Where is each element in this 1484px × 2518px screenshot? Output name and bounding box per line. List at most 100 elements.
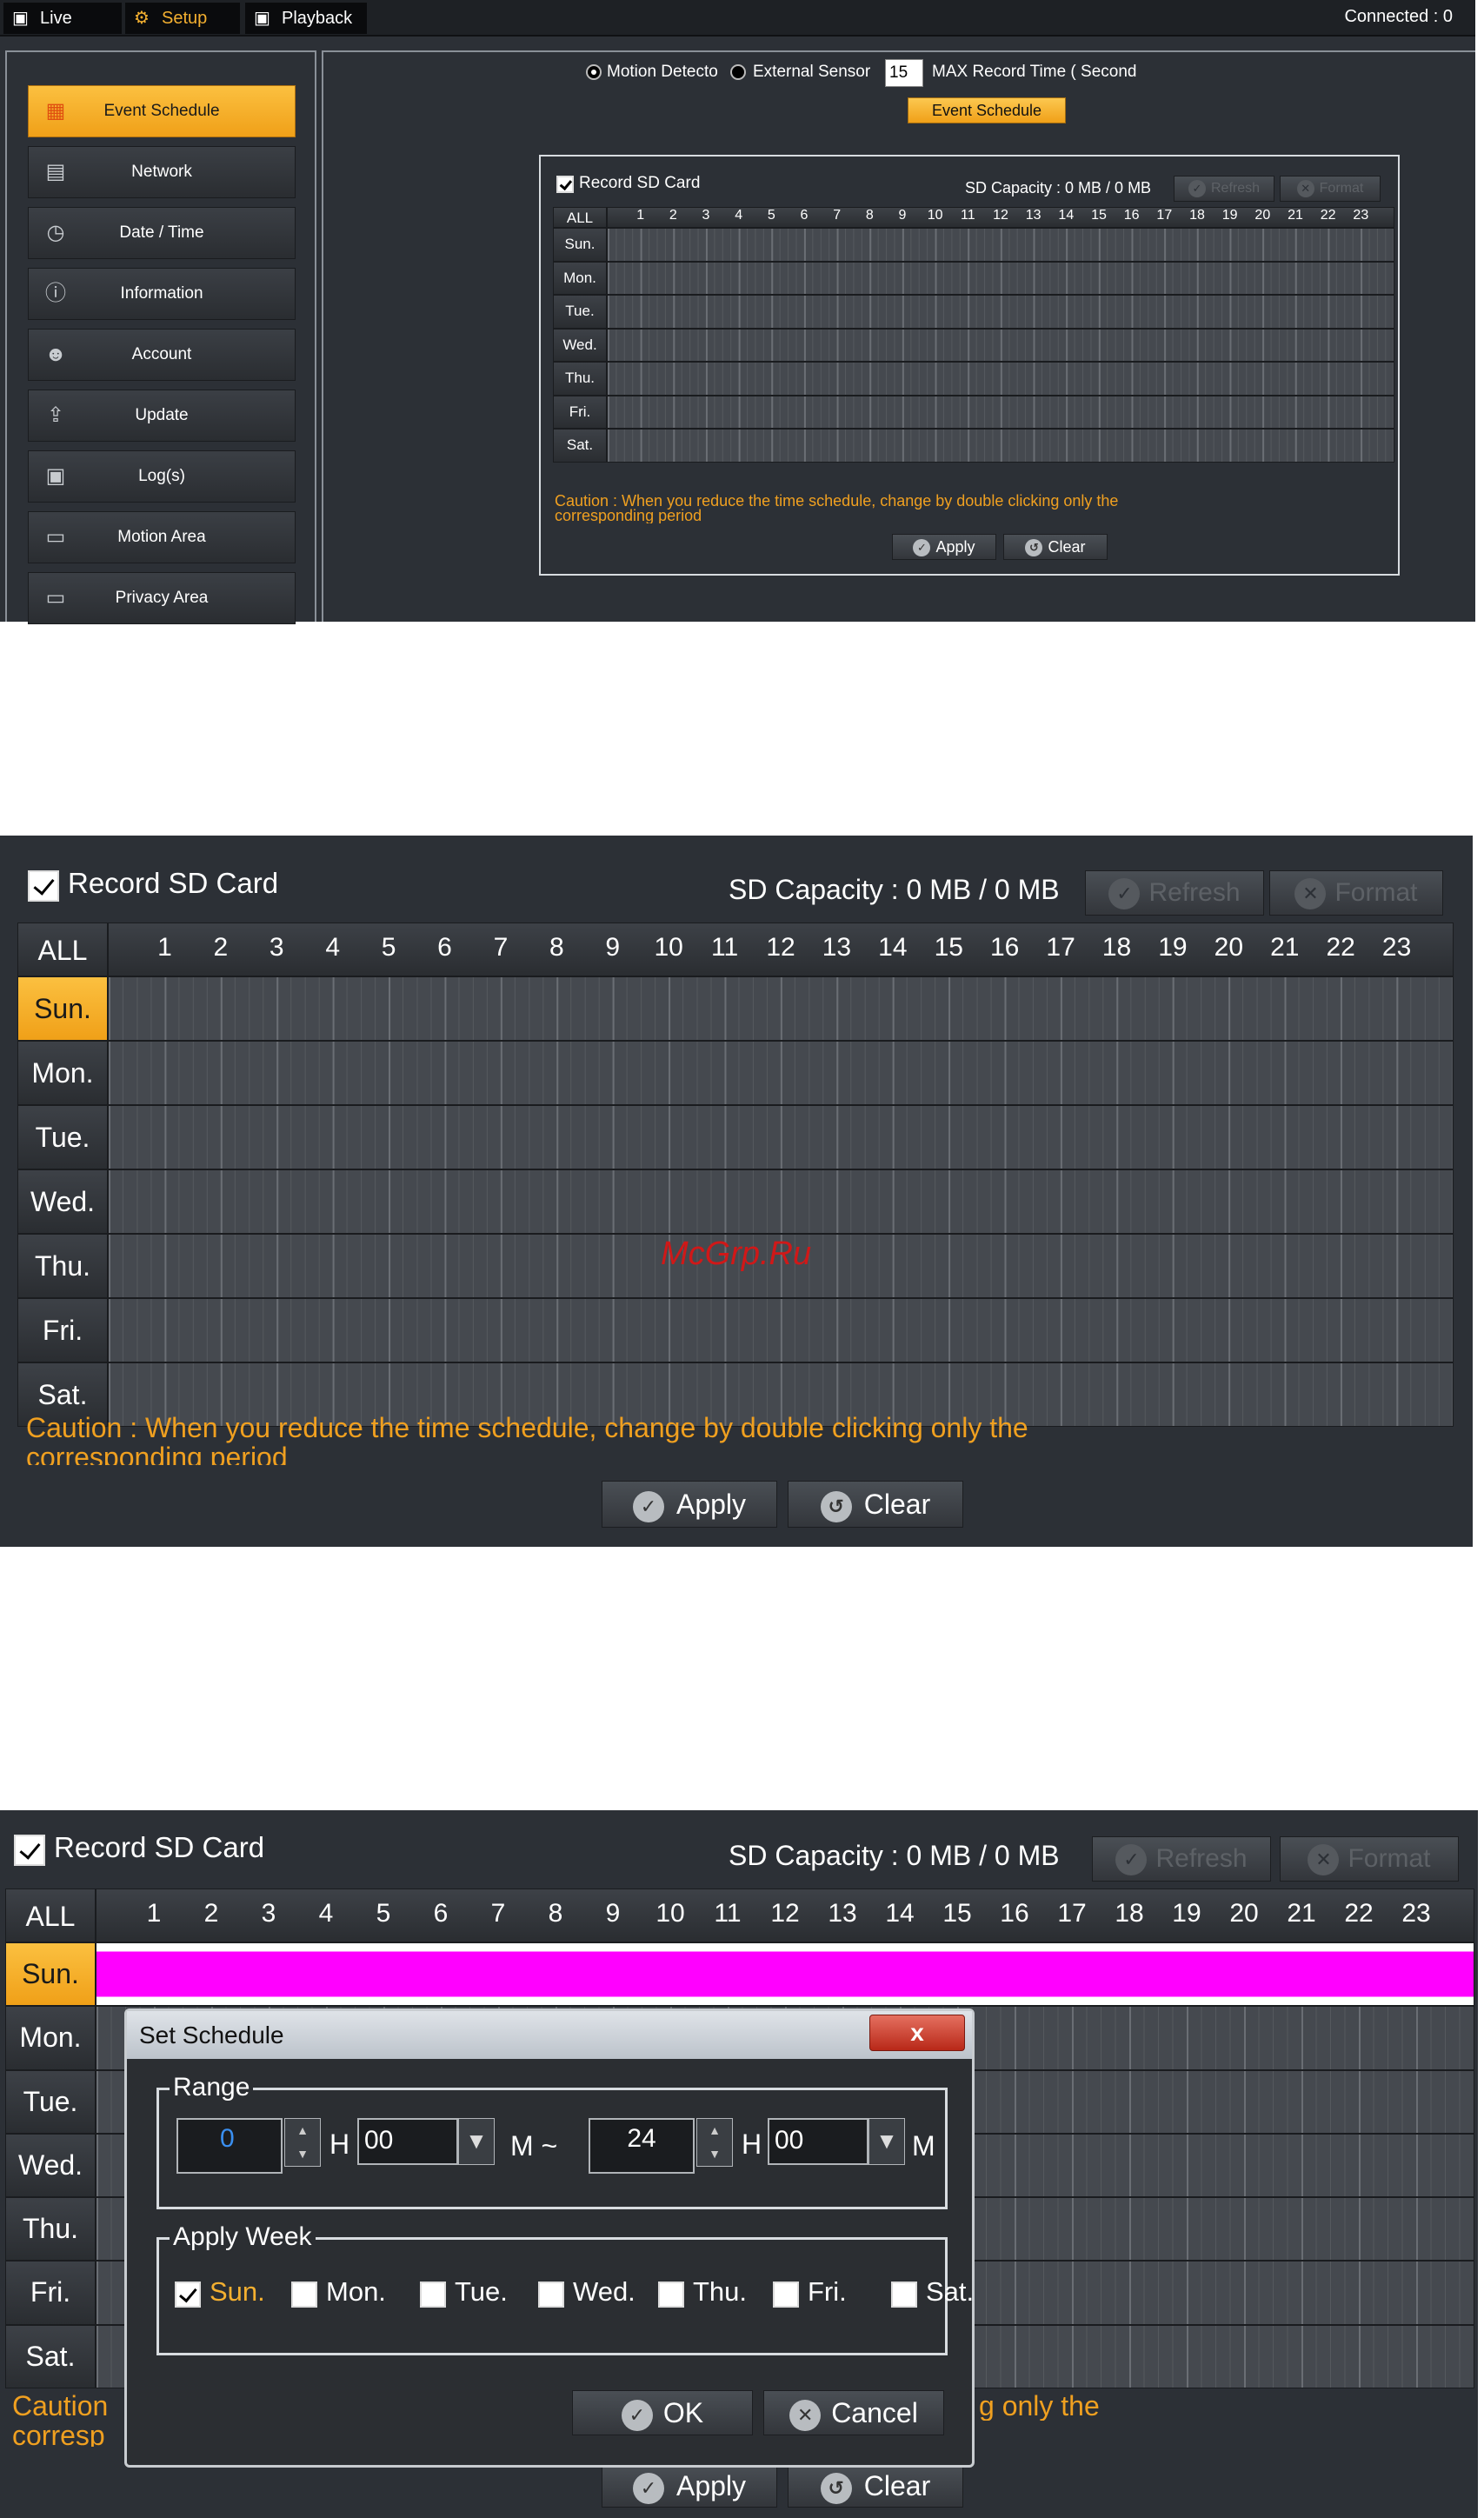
day-row: Tue. (17, 1105, 1454, 1169)
apply-button[interactable]: ✓ Apply (892, 534, 996, 560)
hour-cells[interactable] (607, 261, 1394, 296)
tab-playback[interactable]: ▣ Playback (245, 3, 367, 34)
day-label[interactable]: Fri. (17, 1298, 108, 1362)
sidebar-item-motion-area[interactable]: ▭ Motion Area (28, 511, 296, 563)
day-label[interactable]: Fri. (553, 395, 607, 430)
all-days-button[interactable]: ALL (17, 923, 108, 976)
motion-detect-radio[interactable] (586, 64, 602, 80)
day-label[interactable]: Sun. (5, 1942, 96, 2007)
weekday-checkbox[interactable] (291, 2282, 317, 2308)
weekday-checkbox[interactable] (891, 2282, 917, 2308)
external-sensor-radio[interactable] (730, 64, 746, 80)
schedule-grid[interactable]: ALL 1 2 3 4 5 6 7 8 9 10 11 12 13 14 15 16 17 18 19 20 21 22 23… (17, 923, 1454, 1427)
record-sd-checkbox[interactable] (556, 176, 574, 193)
close-icon[interactable]: x (869, 2015, 965, 2051)
day-label[interactable]: Sun. (553, 228, 607, 262)
day-label[interactable]: Thu. (553, 362, 607, 396)
hour-label: 18 (1189, 208, 1205, 223)
clear-button[interactable]: ↺ Clear (788, 1481, 963, 1528)
refresh-button[interactable]: ✓ Refresh (1085, 870, 1264, 916)
hour-label: 4 (318, 1899, 334, 1928)
day-label[interactable]: Tue. (17, 1105, 108, 1169)
record-sd-checkbox[interactable] (14, 1835, 45, 1866)
day-label[interactable]: Sun. (17, 976, 108, 1041)
tab-setup[interactable]: ⚙ Setup (125, 3, 240, 34)
day-label[interactable]: Sat. (553, 429, 607, 463)
hour-label: 4 (735, 208, 743, 223)
tab-live[interactable]: ▣ Live (3, 3, 122, 34)
arrow-up-icon[interactable]: ▲ (285, 2119, 320, 2142)
record-sd-checkbox[interactable] (28, 870, 59, 902)
sidebar-item-account[interactable]: ☻ Account (28, 329, 296, 381)
apply-week-legend: Apply Week (170, 2222, 316, 2252)
apply-button[interactable]: ✓ Apply (602, 2464, 777, 2508)
refresh-button[interactable]: ✓ Refresh (1174, 176, 1274, 202)
sidebar-item-logs[interactable]: ▣ Log(s) (28, 450, 296, 503)
max-record-time-input[interactable]: 15 (885, 59, 923, 87)
day-label[interactable]: Tue. (553, 295, 607, 329)
hour-cells[interactable] (108, 1105, 1454, 1169)
start-minute-select[interactable]: 00 (357, 2118, 458, 2165)
hour-cells[interactable] (607, 362, 1394, 396)
weekday-checkbox[interactable] (658, 2282, 684, 2308)
day-label[interactable]: Fri. (5, 2261, 96, 2325)
start-hour-input[interactable]: 0 (176, 2118, 283, 2174)
hour-cells[interactable] (96, 1942, 1474, 2007)
hour-label: 12 (766, 933, 795, 962)
ok-button[interactable]: ✓ OK (572, 2390, 753, 2435)
sidebar-item-network[interactable]: ▤ Network (28, 146, 296, 198)
hour-cells[interactable] (607, 295, 1394, 329)
day-label[interactable]: Sat. (5, 2324, 96, 2388)
day-label[interactable]: Mon. (553, 261, 607, 296)
hour-cells[interactable] (108, 1298, 1454, 1362)
clear-button[interactable]: ↺ Clear (1003, 534, 1108, 560)
weekday-checkbox[interactable] (175, 2282, 201, 2308)
hour-cells[interactable] (607, 395, 1394, 430)
sidebar-item-event-schedule[interactable]: ▦ Event Schedule (28, 85, 296, 137)
sidebar-item-privacy-area[interactable]: ▭ Privacy Area (28, 572, 296, 624)
chevron-down-icon[interactable]: ▼ (458, 2118, 495, 2165)
hour-label: 22 (1320, 208, 1336, 223)
clear-button[interactable]: ↺ Clear (788, 2464, 963, 2508)
day-label[interactable]: Thu. (17, 1234, 108, 1298)
refresh-button[interactable]: ✓ Refresh (1092, 1836, 1271, 1882)
format-button[interactable]: ✕ Format (1280, 176, 1381, 202)
check-icon: ✓ (913, 539, 931, 557)
start-hour-spinner[interactable]: ▲ ▼ (284, 2118, 321, 2167)
day-label[interactable]: Tue. (5, 2069, 96, 2134)
weekday-checkbox[interactable] (538, 2282, 564, 2308)
format-button[interactable]: ✕ Format (1269, 870, 1443, 916)
schedule-grid[interactable]: ALL 1 2 3 4 5 6 7 8 9 10 11 12 13 14 15 16 17 18 19 20 21 22 23… (553, 207, 1394, 463)
hour-cells[interactable] (108, 976, 1454, 1041)
all-days-button[interactable]: ALL (553, 207, 607, 228)
hour-cells[interactable] (607, 328, 1394, 363)
arrow-down-icon[interactable]: ▼ (285, 2142, 320, 2166)
end-minute-select[interactable]: 00 (768, 2118, 868, 2165)
end-hour-spinner[interactable]: ▲ ▼ (696, 2118, 733, 2167)
cancel-button[interactable]: ✕ Cancel (763, 2390, 944, 2435)
hour-cells[interactable] (607, 429, 1394, 463)
day-label[interactable]: Wed. (5, 2133, 96, 2198)
day-label[interactable]: Thu. (5, 2197, 96, 2262)
sidebar-item-date-time[interactable]: ◷ Date / Time (28, 207, 296, 259)
sidebar-item-update[interactable]: ⇪ Update (28, 390, 296, 442)
weekday-checkbox[interactable] (420, 2282, 446, 2308)
arrow-up-icon[interactable]: ▲ (697, 2119, 732, 2142)
day-label[interactable]: Wed. (553, 328, 607, 363)
all-days-button[interactable]: ALL (5, 1888, 96, 1942)
apply-button[interactable]: ✓ Apply (602, 1481, 777, 1528)
event-schedule-button[interactable]: Event Schedule (908, 97, 1066, 123)
weekday-checkbox[interactable] (773, 2282, 799, 2308)
day-label[interactable]: Mon. (5, 2006, 96, 2070)
day-label[interactable]: Wed. (17, 1169, 108, 1234)
hour-cells[interactable] (607, 228, 1394, 262)
hour-cells[interactable] (108, 1169, 1454, 1234)
sidebar-item-information[interactable]: ⓘ Information (28, 268, 296, 320)
arrow-down-icon[interactable]: ▼ (697, 2142, 732, 2166)
chevron-down-icon[interactable]: ▼ (868, 2118, 905, 2165)
hour-cells[interactable] (108, 1041, 1454, 1105)
format-button[interactable]: ✕ Format (1280, 1836, 1459, 1882)
setup-sidebar: ▦ Event Schedule ▤ Network ◷ Date / Time ⓘ I… (5, 50, 316, 624)
end-hour-input[interactable]: 24 (589, 2118, 695, 2174)
day-label[interactable]: Mon. (17, 1041, 108, 1105)
